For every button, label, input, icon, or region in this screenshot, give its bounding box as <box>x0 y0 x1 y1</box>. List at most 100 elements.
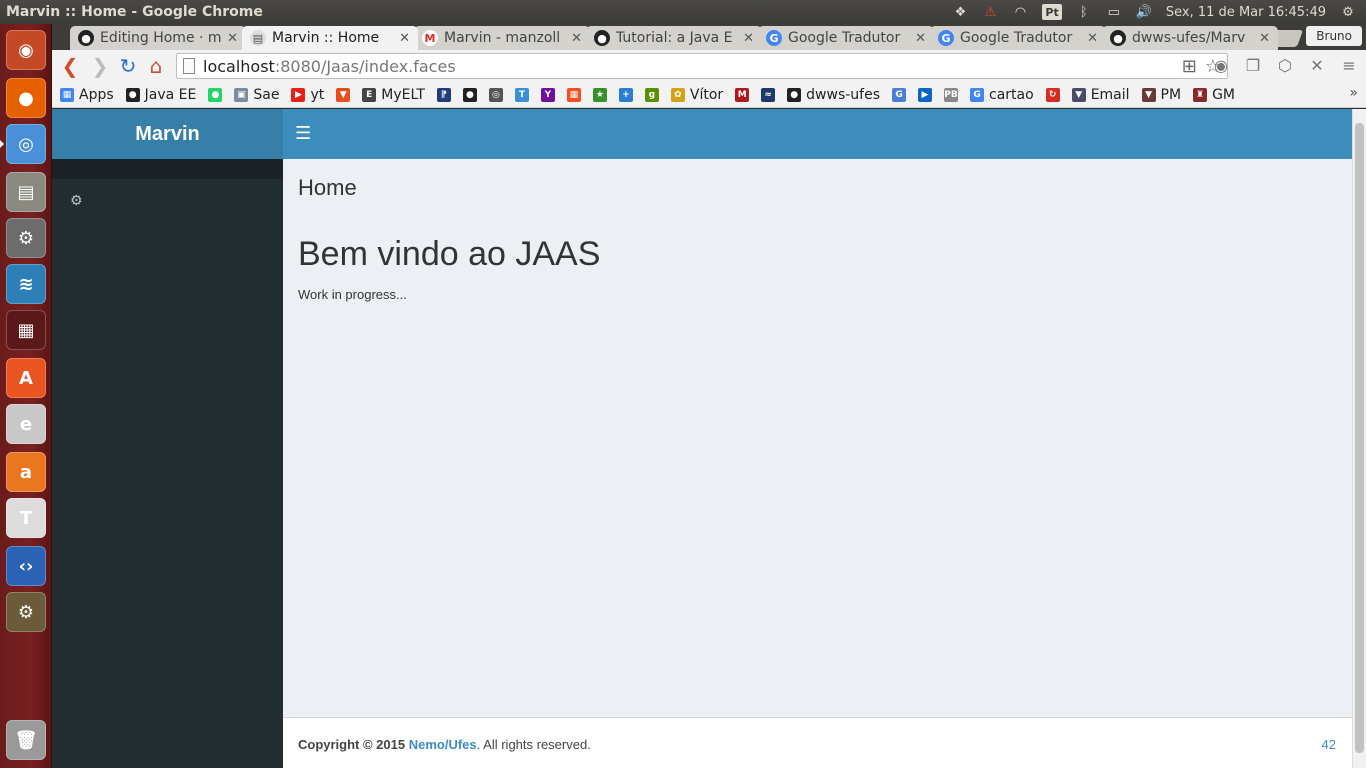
github-icon: ● <box>594 30 610 46</box>
text-editor-icon[interactable]: e <box>6 404 46 444</box>
ubuntu-dash-icon[interactable]: ◉ <box>6 30 46 70</box>
chrome-menu-icon[interactable]: ≡ <box>1338 54 1360 76</box>
bookmark-favicon-icon: ≈ <box>761 87 776 102</box>
bookmark-item[interactable]: T <box>514 87 529 102</box>
workspace-switcher-icon[interactable]: ▦ <box>6 310 46 350</box>
bookmark-favicon-icon: Y <box>540 87 555 102</box>
reload-icon[interactable]: ↻ <box>114 52 142 80</box>
clock[interactable]: Sex, 11 de Mar 16:45:49 <box>1166 4 1326 20</box>
tab-title: Google Tradutor <box>960 30 1073 46</box>
extension-icon-3[interactable]: ⬡ <box>1274 54 1296 76</box>
browser-tab[interactable]: G Google Tradutor ✕ <box>930 26 1106 50</box>
content-wrapper: Home Bem vindo ao JAAS Work in progress.… <box>283 159 1352 717</box>
bookmark-item[interactable]: ✿ Vítor <box>670 87 723 103</box>
close-tab-icon[interactable]: ✕ <box>1087 31 1098 46</box>
sidebar-user-panel <box>52 159 283 179</box>
bookmark-item[interactable]: Y <box>540 87 555 102</box>
app-logo[interactable]: Marvin <box>52 109 283 159</box>
bookmark-item[interactable]: PB <box>944 87 959 102</box>
browser-tab[interactable]: ● Tutorial: a Java E ✕ <box>586 26 762 50</box>
mysql-workbench-icon[interactable]: ≋ <box>6 264 46 304</box>
browser-tab[interactable]: M Marvin - manzoll ✕ <box>414 26 590 50</box>
code-editor-icon[interactable]: ‹› <box>6 546 46 586</box>
bookmark-item[interactable]: + <box>618 87 633 102</box>
bookmarks-overflow-icon[interactable]: » <box>1349 85 1358 101</box>
bookmark-favicon-icon: ⁋ <box>436 87 451 102</box>
browser-tab[interactable]: ● Editing Home · m ✕ <box>70 26 246 50</box>
address-bar[interactable]: localhost:8080/Jaas/index.faces ⊞ ☆ <box>176 53 1228 79</box>
bluetooth-icon[interactable]: ᛒ <box>1076 4 1092 20</box>
chrome-icon[interactable]: ◎ <box>0 124 46 164</box>
libreoffice-icon[interactable]: a <box>6 452 46 492</box>
bookmark-item[interactable]: ● <box>462 87 477 102</box>
bookmark-item[interactable]: ★ <box>592 87 607 102</box>
wifi-icon[interactable]: ◠ <box>1012 4 1028 20</box>
extension-icon-4[interactable]: ✕ <box>1306 54 1328 76</box>
bookmark-item[interactable]: G <box>892 87 907 102</box>
bookmark-item[interactable]: ♜ GM <box>1193 87 1235 103</box>
close-tab-icon[interactable]: ✕ <box>571 31 582 46</box>
bookmark-item[interactable]: ▦ Apps <box>60 87 114 103</box>
close-tab-icon[interactable]: ✕ <box>227 31 238 46</box>
page-scrollbar[interactable] <box>1352 109 1366 768</box>
bookmark-item[interactable]: ▼ <box>336 87 351 102</box>
extension-icon-2[interactable]: ❐ <box>1242 54 1264 76</box>
profile-button[interactable]: Bruno <box>1306 26 1362 46</box>
browser-toolbar: ❮ ❯ ↻ ⌂ localhost:8080/Jaas/index.faces … <box>52 50 1366 82</box>
page-title: Home <box>298 175 357 200</box>
bookmark-item[interactable]: ⁋ <box>436 87 451 102</box>
keyboard-layout-indicator[interactable]: Pt <box>1042 4 1062 20</box>
back-icon[interactable]: ❮ <box>56 52 84 80</box>
bookmark-item[interactable]: ≈ <box>761 87 776 102</box>
bookmark-item[interactable]: ▦ <box>566 87 581 102</box>
bookmark-item[interactable]: M <box>735 87 750 102</box>
volume-icon[interactable]: 🔊 <box>1136 4 1152 20</box>
bookmark-item[interactable]: ↻ <box>1045 87 1060 102</box>
bookmark-item[interactable]: ◎ <box>488 87 503 102</box>
extension-icon-1[interactable]: ◉ <box>1210 54 1232 76</box>
browser-tab[interactable]: G Google Tradutor ✕ <box>758 26 934 50</box>
bookmark-item[interactable]: Gcartao <box>970 87 1034 103</box>
bookmark-item[interactable]: ▶ <box>918 87 933 102</box>
close-tab-icon[interactable]: ✕ <box>743 31 754 46</box>
browser-tab[interactable]: ▤ Marvin :: Home ✕ <box>242 26 418 50</box>
unity-launcher: ◉ ● ◎ ▤ ⚙ ≋ ▦ Ae a T ‹› ⚙ 🗑 <box>0 24 52 768</box>
translate-icon[interactable]: ⊞ <box>1182 56 1197 77</box>
files-icon[interactable]: ▤ <box>6 172 46 212</box>
bookmark-favicon-icon: ● <box>787 87 802 102</box>
bookmark-item[interactable]: ● <box>208 87 223 102</box>
forward-icon[interactable]: ❯ <box>86 52 114 80</box>
scrollbar-thumb[interactable] <box>1355 123 1364 753</box>
bookmark-item[interactable]: E MyELT <box>362 87 425 103</box>
close-tab-icon[interactable]: ✕ <box>915 31 926 46</box>
cogs-icon[interactable]: ⚙ <box>70 193 83 209</box>
battery-icon[interactable]: ▭ <box>1106 4 1122 20</box>
bookmark-item[interactable]: ▣ Sae <box>234 87 279 103</box>
url-path: :8080/Jaas/index.faces <box>274 56 456 76</box>
bookmark-item[interactable]: ● Java EE <box>125 87 196 103</box>
dropbox-icon[interactable]: ❖ <box>952 4 968 20</box>
bookmark-item[interactable]: ▼ PM <box>1141 87 1181 103</box>
texmaker-icon[interactable]: T <box>6 498 46 538</box>
bookmark-item[interactable]: ▶ yt <box>291 87 324 103</box>
copyright-suffix: . All rights reserved. <box>476 737 591 752</box>
footer-link[interactable]: Nemo/Ufes <box>409 737 477 752</box>
close-tab-icon[interactable]: ✕ <box>399 31 410 46</box>
bars-icon[interactable]: ☰ <box>295 124 313 144</box>
home-icon[interactable]: ⌂ <box>142 52 170 80</box>
trash-icon[interactable]: 🗑 <box>6 720 46 760</box>
session-gear-icon[interactable]: ⚙ <box>1340 4 1356 20</box>
firefox-icon[interactable]: ● <box>6 78 46 118</box>
java-ee-ide-icon[interactable]: ⚙ <box>6 592 46 632</box>
warning-icon[interactable]: ⚠ <box>982 4 998 20</box>
browser-tab[interactable]: ● dwws-ufes/Marv ✕ <box>1102 26 1278 50</box>
close-tab-icon[interactable]: ✕ <box>1259 31 1270 46</box>
system-settings-icon[interactable]: ⚙ <box>6 218 46 258</box>
bookmark-item[interactable]: ▼ Email <box>1071 87 1130 103</box>
software-center-icon[interactable]: A <box>6 358 46 398</box>
bookmark-item[interactable]: g <box>644 87 659 102</box>
bookmark-favicon-icon: ▦ <box>60 87 74 102</box>
bookmark-favicon-icon: ▣ <box>234 87 249 102</box>
bookmark-item[interactable]: ● dwws-ufes <box>787 87 880 103</box>
bookmark-label: dwws-ufes <box>806 86 881 103</box>
